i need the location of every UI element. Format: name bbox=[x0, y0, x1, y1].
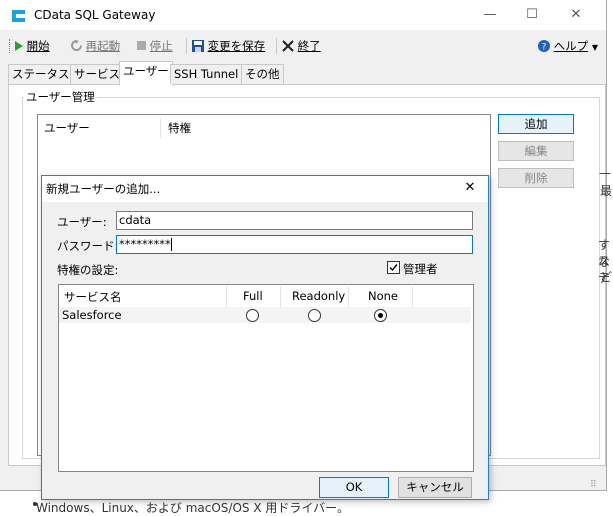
restart-button[interactable]: 再起動 bbox=[71, 38, 120, 54]
tab-users[interactable]: ユーザー bbox=[119, 61, 173, 86]
column-separator bbox=[280, 286, 281, 308]
readonly-radio[interactable] bbox=[308, 309, 321, 322]
column-header-full[interactable]: Full bbox=[243, 289, 263, 303]
edit-user-button[interactable]: 編集 bbox=[498, 141, 574, 161]
save-icon bbox=[192, 40, 204, 52]
tab-other[interactable]: その他 bbox=[241, 64, 284, 84]
start-label: 開始 bbox=[26, 39, 50, 53]
column-header-service-name[interactable]: サービス名 bbox=[64, 289, 122, 305]
help-menu-button[interactable]: ? ヘルプ ▼ bbox=[538, 38, 598, 54]
close-window-button[interactable]: ✕ bbox=[562, 6, 590, 24]
save-changes-button[interactable]: 変更を保存 bbox=[192, 38, 265, 54]
background-text-fragment: 最 bbox=[600, 184, 613, 198]
help-label: ヘルプ bbox=[553, 39, 589, 53]
user-label: ユーザー: bbox=[57, 215, 107, 229]
tab-services[interactable]: サービス bbox=[70, 64, 124, 84]
minimize-button[interactable]: — bbox=[476, 6, 504, 24]
password-field[interactable]: ********* bbox=[116, 235, 473, 254]
app-logo-icon bbox=[12, 10, 25, 22]
play-icon bbox=[15, 41, 23, 51]
admin-checkbox[interactable] bbox=[387, 261, 400, 274]
none-radio[interactable] bbox=[374, 309, 387, 322]
save-changes-label: 変更を保存 bbox=[207, 39, 266, 53]
toolbar-separator bbox=[186, 38, 187, 54]
tab-ssh-tunnel[interactable]: SSH Tunnel bbox=[170, 64, 243, 84]
column-header-user[interactable]: ユーザー bbox=[44, 120, 90, 136]
column-separator bbox=[226, 286, 227, 308]
dialog-title: 新規ユーザーの追加... bbox=[46, 182, 161, 196]
background-text-fragment: ど bbox=[600, 270, 613, 284]
restart-icon bbox=[71, 40, 82, 51]
window-title: CData SQL Gateway bbox=[34, 8, 156, 22]
help-icon: ? bbox=[538, 40, 550, 53]
stop-icon bbox=[137, 41, 146, 50]
user-name-field[interactable]: cdata bbox=[116, 211, 473, 230]
privileges-label: 特権の設定: bbox=[57, 263, 119, 277]
start-button[interactable]: 開始 bbox=[14, 38, 50, 54]
user-management-title: ユーザー管理 bbox=[24, 89, 97, 105]
column-separator bbox=[160, 118, 161, 138]
admin-label: 管理者 bbox=[403, 262, 438, 276]
maximize-button[interactable]: ☐ bbox=[518, 6, 546, 24]
tab-status[interactable]: ステータス bbox=[8, 64, 74, 84]
dialog-close-button[interactable]: ✕ bbox=[460, 178, 480, 198]
password-value: ********* bbox=[119, 237, 171, 251]
column-header-none[interactable]: None bbox=[368, 289, 398, 303]
background-bottom-text: Windows、Linux、および macOS/OS X 用ドライバー。 bbox=[36, 501, 350, 515]
exit-label: 終了 bbox=[297, 39, 321, 53]
dropdown-arrow-icon: ▼ bbox=[591, 43, 598, 52]
service-name-cell: Salesforce bbox=[62, 308, 122, 322]
exit-x-icon bbox=[282, 40, 294, 52]
column-separator bbox=[348, 286, 349, 308]
add-user-button[interactable]: 追加 bbox=[498, 114, 574, 134]
column-header-readonly[interactable]: Readonly bbox=[292, 289, 345, 303]
stop-button[interactable]: 停止 bbox=[137, 38, 173, 54]
radio-selected-dot-icon bbox=[378, 313, 383, 318]
checkmark-icon bbox=[389, 264, 398, 272]
toolbar-separator bbox=[276, 38, 277, 54]
resize-grip-icon[interactable]: ⠿ bbox=[590, 480, 597, 490]
delete-user-button[interactable]: 削除 bbox=[498, 168, 574, 188]
text-caret bbox=[170, 238, 172, 251]
restart-label: 再起動 bbox=[85, 39, 121, 53]
password-label: パスワード: bbox=[57, 239, 119, 253]
toolbar-grip bbox=[9, 39, 11, 53]
ok-button[interactable]: OK bbox=[319, 477, 389, 498]
column-separator bbox=[412, 286, 413, 308]
exit-button[interactable]: 終了 bbox=[282, 38, 321, 54]
column-header-privileges[interactable]: 特権 bbox=[168, 120, 191, 136]
stop-label: 停止 bbox=[149, 39, 173, 53]
cancel-button[interactable]: キャンセル bbox=[398, 477, 472, 498]
background-text-fragment: — bbox=[599, 166, 611, 180]
full-radio[interactable] bbox=[246, 309, 259, 322]
svg-text:?: ? bbox=[542, 43, 547, 53]
